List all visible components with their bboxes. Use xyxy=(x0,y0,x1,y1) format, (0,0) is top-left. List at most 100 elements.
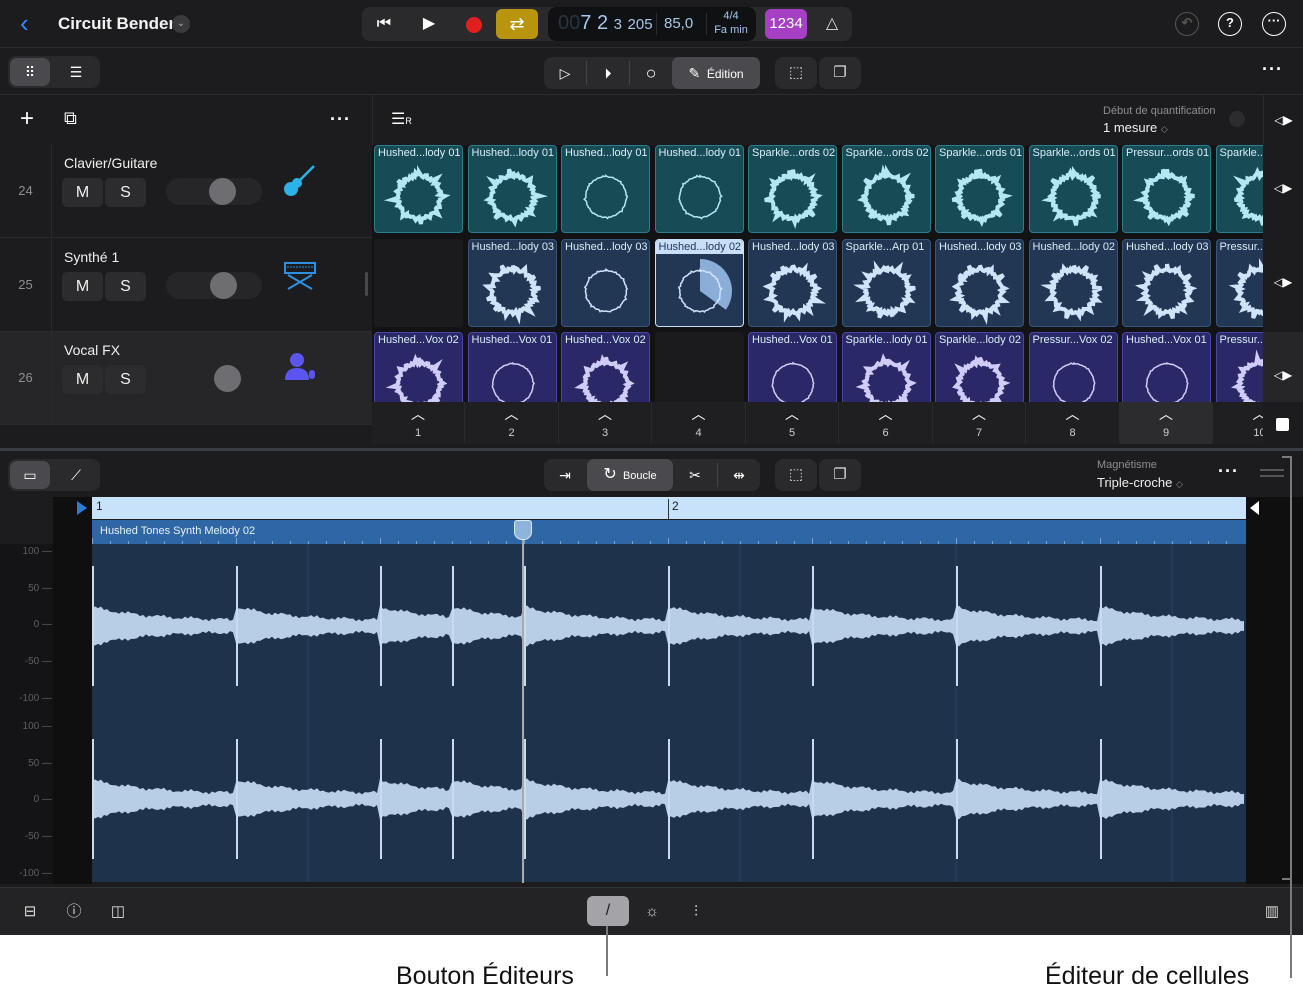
track-scrollbar[interactable] xyxy=(365,272,368,296)
loop-cell[interactable]: Sparkle...ords 02 xyxy=(748,145,837,233)
split-button[interactable]: ✂ xyxy=(674,459,716,491)
row-trigger-button[interactable]: ◁▶ xyxy=(1263,238,1303,332)
loop-cell[interactable]: Hushed...lody 03 xyxy=(935,238,1024,327)
loop-start-marker[interactable] xyxy=(77,501,87,515)
resize-handle-icon[interactable] xyxy=(1260,469,1284,477)
editors-button[interactable]: / xyxy=(587,896,629,926)
select-tool-button[interactable]: ▭ xyxy=(10,461,50,489)
automation-tool-button[interactable]: ⟋ xyxy=(56,459,96,491)
volume-slider[interactable] xyxy=(166,365,262,392)
scene-trigger[interactable]: ︿ 2 xyxy=(466,402,559,444)
record-button[interactable] xyxy=(466,17,482,33)
editor-paste-button[interactable]: ❐ xyxy=(819,459,861,491)
track-row[interactable]: 25 Synthé 1 M S xyxy=(0,238,372,332)
timeline-ruler[interactable]: 1 2 xyxy=(92,497,1246,519)
empty-cell[interactable] xyxy=(374,238,463,327)
scene-trigger[interactable]: ︿ 4 xyxy=(653,402,746,444)
loop-cell[interactable]: Hushed...lody 03 xyxy=(1122,238,1211,327)
record-mode-button[interactable]: ○ xyxy=(630,57,672,89)
duplicate-track-button[interactable]: ⧉ xyxy=(64,108,77,129)
loop-cell[interactable]: Hushed...lody 03 xyxy=(748,238,837,327)
loop-cell[interactable]: Sparkle...Arp 01 xyxy=(841,238,931,327)
track-row[interactable]: 24 Clavier/Guitare M S xyxy=(0,145,372,238)
loop-cell[interactable]: Hushed...Vox 02 xyxy=(374,332,463,402)
select-button[interactable]: ⬚ xyxy=(775,57,817,89)
quantize-toggle[interactable] xyxy=(1229,111,1245,127)
scene-trigger[interactable]: ︿ 6 xyxy=(840,402,933,444)
scene-trigger[interactable]: ︿ 7 xyxy=(933,402,1026,444)
loop-cell[interactable]: Hushed...lody 01 xyxy=(561,145,650,233)
edit-mode-button[interactable]: ✎ Édition xyxy=(672,57,760,89)
metronome-button[interactable]: △ xyxy=(817,7,847,41)
live-loops-view-button[interactable]: ⠿ xyxy=(10,58,50,86)
play-button[interactable]: ▶ xyxy=(409,7,449,41)
volume-slider[interactable] xyxy=(166,271,262,299)
solo-button[interactable]: S xyxy=(105,178,146,207)
trim-button[interactable]: ⇥ xyxy=(544,459,586,491)
guitar-icon[interactable] xyxy=(280,161,320,201)
snap-select[interactable]: Triple-croche ◇ xyxy=(1097,475,1183,490)
loop-end-marker[interactable] xyxy=(1250,501,1259,515)
undo-button[interactable]: ↶ xyxy=(1175,12,1199,36)
count-in-button[interactable]: 1234 xyxy=(765,9,807,39)
loop-cell[interactable]: Pressur... xyxy=(1215,332,1263,402)
grid-options-button[interactable]: ☰R xyxy=(391,109,412,129)
project-title[interactable]: Circuit Bender xyxy=(58,14,175,34)
mute-button[interactable]: M xyxy=(62,365,103,394)
track-row[interactable]: 26 Vocal FX M S xyxy=(0,332,372,425)
play-mode-button[interactable]: ▷ xyxy=(544,57,586,89)
chevron-down-icon[interactable]: ⌄ xyxy=(172,15,190,33)
vocalist-icon[interactable] xyxy=(280,348,320,388)
quantize-select[interactable]: 1 mesure ◇ xyxy=(1103,120,1168,135)
volume-knob[interactable] xyxy=(208,178,236,205)
loop-cell[interactable]: Hushed...lody 02 xyxy=(1028,238,1118,327)
cycle-button[interactable]: ⇄ xyxy=(496,9,538,39)
add-track-button[interactable]: + xyxy=(20,105,34,133)
loop-cell[interactable]: Sparkle...lody 01 xyxy=(841,332,931,402)
mixer-button[interactable]: ⫶ xyxy=(684,900,708,924)
info-button[interactable]: ⓘ xyxy=(62,900,86,924)
fx-button[interactable]: ☼ xyxy=(640,900,664,924)
loop-cell[interactable]: Hushed...Vox 01 xyxy=(748,332,837,402)
loop-cell[interactable]: Hushed...Vox 01 xyxy=(1122,332,1211,402)
tracks-view-button[interactable]: ☰ xyxy=(56,56,96,88)
join-button[interactable]: ⇹ xyxy=(718,459,760,491)
loop-cell[interactable]: Sparkle...ords 02 xyxy=(1215,145,1263,233)
loop-cell[interactable]: Pressur...ords 01 xyxy=(1122,145,1211,233)
go-to-start-button[interactable]: ⏮ xyxy=(364,7,404,41)
loop-cell[interactable]: Hushed...Vox 01 xyxy=(467,332,557,402)
loop-cell[interactable]: Pressur... xyxy=(1215,238,1263,327)
loop-cell[interactable]: Hushed...lody 01 xyxy=(654,145,744,233)
playhead-handle[interactable] xyxy=(514,520,533,540)
keyboard-button[interactable]: ▥ xyxy=(1260,900,1284,924)
loop-cell[interactable]: Hushed...lody 01 xyxy=(374,145,463,233)
editor-select-button[interactable]: ⬚ xyxy=(775,459,817,491)
editor-more-button[interactable]: ··· xyxy=(1218,461,1239,482)
loop-cell[interactable]: Hushed...Vox 02 xyxy=(561,332,650,402)
loop-cell[interactable]: Hushed...lody 02 xyxy=(654,238,744,327)
help-button[interactable]: ? xyxy=(1218,12,1242,36)
scene-trigger[interactable]: ︿ 5 xyxy=(746,402,839,444)
back-button[interactable]: ‹ xyxy=(20,10,40,38)
volume-knob[interactable] xyxy=(210,271,238,299)
loop-cell[interactable]: Pressur...Vox 02 xyxy=(1028,332,1118,402)
loop-button[interactable]: ↻ Boucle xyxy=(587,459,673,491)
scene-trigger[interactable]: ︿ 1 xyxy=(372,402,465,444)
loop-cell[interactable]: Sparkle...ords 01 xyxy=(1028,145,1118,233)
solo-button[interactable]: S xyxy=(105,365,146,394)
track-more-button[interactable]: ··· xyxy=(330,109,351,130)
grid-header-trigger[interactable]: ◁▶ xyxy=(1263,95,1303,145)
scene-trigger[interactable]: ︿ 9 xyxy=(1120,402,1213,444)
loop-cell[interactable]: Hushed...lody 03 xyxy=(467,238,557,327)
stop-all-button[interactable] xyxy=(1276,418,1289,431)
solo-button[interactable]: S xyxy=(105,271,146,301)
playhead[interactable] xyxy=(514,520,533,883)
scene-trigger[interactable]: ︿ 8 xyxy=(1027,402,1120,444)
paste-button[interactable]: ❐ xyxy=(819,57,861,89)
waveform-display[interactable] xyxy=(92,544,1246,882)
keyboard-stand-icon[interactable] xyxy=(280,255,320,295)
scene-trigger[interactable]: ︿ 3 xyxy=(559,402,652,444)
loop-cell[interactable]: Sparkle...ords 02 xyxy=(841,145,931,233)
more-button[interactable]: ··· xyxy=(1262,59,1283,80)
loop-cell[interactable]: Sparkle...ords 01 xyxy=(935,145,1024,233)
